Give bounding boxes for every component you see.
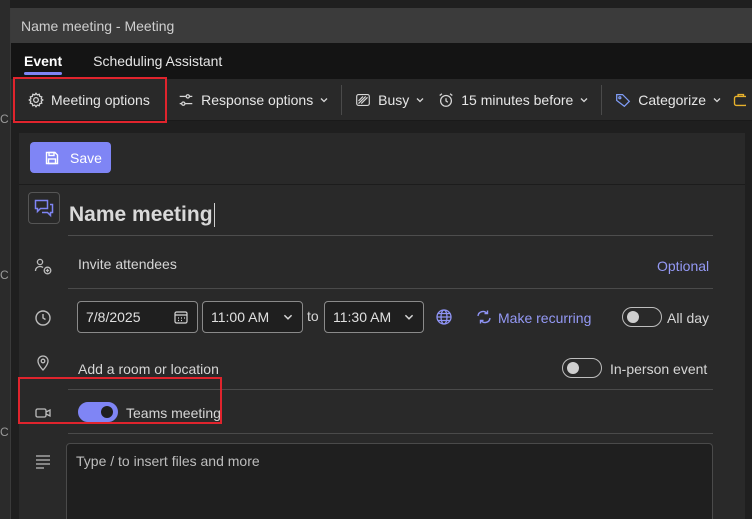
background-glyph: C	[0, 425, 9, 439]
teams-meeting-label: Teams meeting	[126, 405, 221, 421]
location-pin-icon	[33, 353, 53, 373]
window-titlebar: Name meeting - Meeting	[11, 8, 752, 43]
meeting-title-text: Name meeting	[69, 202, 213, 226]
show-as-button[interactable]: Busy	[348, 83, 431, 117]
categorize-label: Categorize	[638, 91, 706, 108]
toggle-knob	[101, 406, 113, 418]
time-range-separator: to	[307, 308, 319, 324]
background-glyph: C	[0, 112, 9, 126]
all-day-label: All day	[667, 310, 710, 326]
teams-meeting-toggle[interactable]	[78, 402, 118, 422]
add-people-icon	[33, 256, 53, 276]
tab-scheduling-assistant[interactable]: Scheduling Assistant	[93, 43, 222, 79]
tab-scheduling-assistant-label: Scheduling Assistant	[93, 53, 223, 69]
globe-icon[interactable]	[434, 307, 454, 327]
gear-icon	[28, 91, 44, 108]
meeting-type-icon[interactable]	[28, 192, 60, 224]
toggle-knob	[567, 362, 579, 374]
response-options-button[interactable]: Response options	[171, 83, 335, 117]
notes-placeholder: Type / to insert files and more	[76, 453, 260, 469]
location-input[interactable]: Add a room or location	[78, 361, 219, 377]
chevron-down-icon	[580, 97, 588, 102]
ribbon-toolbar: Meeting options Response options Busy 15…	[11, 76, 752, 123]
row-divider	[68, 433, 713, 434]
start-time-picker[interactable]: 11:00 AM	[202, 301, 303, 333]
categorize-button[interactable]: Categorize	[608, 83, 728, 117]
start-date-value: 7/8/2025	[86, 309, 141, 325]
notes-editor[interactable]: Type / to insert files and more	[66, 443, 713, 519]
chevron-down-icon	[404, 314, 414, 320]
chat-bubbles-icon	[34, 199, 54, 218]
meeting-options-label: Meeting options	[51, 91, 150, 108]
tab-bar: Event Scheduling Assistant	[11, 43, 752, 79]
window-title: Name meeting - Meeting	[21, 17, 175, 34]
start-time-value: 11:00 AM	[211, 309, 270, 325]
sliders-icon	[179, 93, 193, 106]
tag-icon	[616, 93, 631, 107]
row-divider	[68, 288, 713, 289]
reminder-button[interactable]: 15 minutes before	[431, 83, 595, 117]
end-time-picker[interactable]: 11:30 AM	[324, 301, 424, 333]
row-divider	[68, 389, 713, 390]
clock-icon	[33, 308, 53, 328]
save-button[interactable]: Save	[30, 142, 111, 173]
all-day-toggle[interactable]	[622, 307, 662, 327]
toolbar-divider	[341, 84, 343, 115]
start-date-picker[interactable]: 7/8/2025	[77, 301, 198, 333]
invite-attendees-input[interactable]: Invite attendees	[78, 256, 177, 272]
chevron-down-icon	[320, 97, 328, 102]
in-person-label: In-person event	[610, 361, 708, 377]
toolbar-divider	[601, 84, 603, 115]
save-label: Save	[70, 149, 102, 166]
form-divider	[19, 184, 745, 185]
response-options-label: Response options	[201, 91, 314, 108]
briefcase-icon	[733, 93, 746, 106]
toggle-knob	[627, 311, 639, 323]
background-window-strip: C C C	[0, 0, 10, 519]
show-as-label: Busy	[378, 91, 410, 108]
tab-event-label: Event	[24, 53, 63, 69]
busy-pattern-icon	[356, 93, 371, 106]
chevron-down-icon	[283, 314, 293, 320]
private-button[interactable]	[728, 83, 752, 117]
video-camera-icon	[33, 403, 53, 423]
background-glyph: C	[0, 268, 9, 282]
recurring-icon	[474, 307, 494, 327]
text-lines-icon	[33, 451, 53, 471]
alarm-clock-icon	[439, 92, 453, 107]
text-caret	[213, 202, 215, 227]
make-recurring-link[interactable]: Make recurring	[498, 310, 591, 326]
calendar-icon	[174, 311, 188, 324]
tab-event[interactable]: Event	[24, 43, 63, 79]
end-time-value: 11:30 AM	[333, 309, 392, 325]
meeting-options-button[interactable]: Meeting options	[12, 76, 168, 123]
optional-attendees-link[interactable]: Optional	[657, 258, 709, 274]
meeting-title-input[interactable]: Name meeting	[68, 194, 713, 236]
chevron-down-icon	[416, 97, 424, 102]
meeting-window: Name meeting - Meeting Event Scheduling …	[10, 8, 752, 519]
in-person-toggle[interactable]	[562, 358, 602, 378]
chevron-down-icon	[713, 97, 721, 102]
event-form: Save Name meeting Invite attendees Optio…	[19, 133, 745, 519]
reminder-label: 15 minutes before	[461, 91, 574, 108]
save-icon	[45, 151, 59, 164]
